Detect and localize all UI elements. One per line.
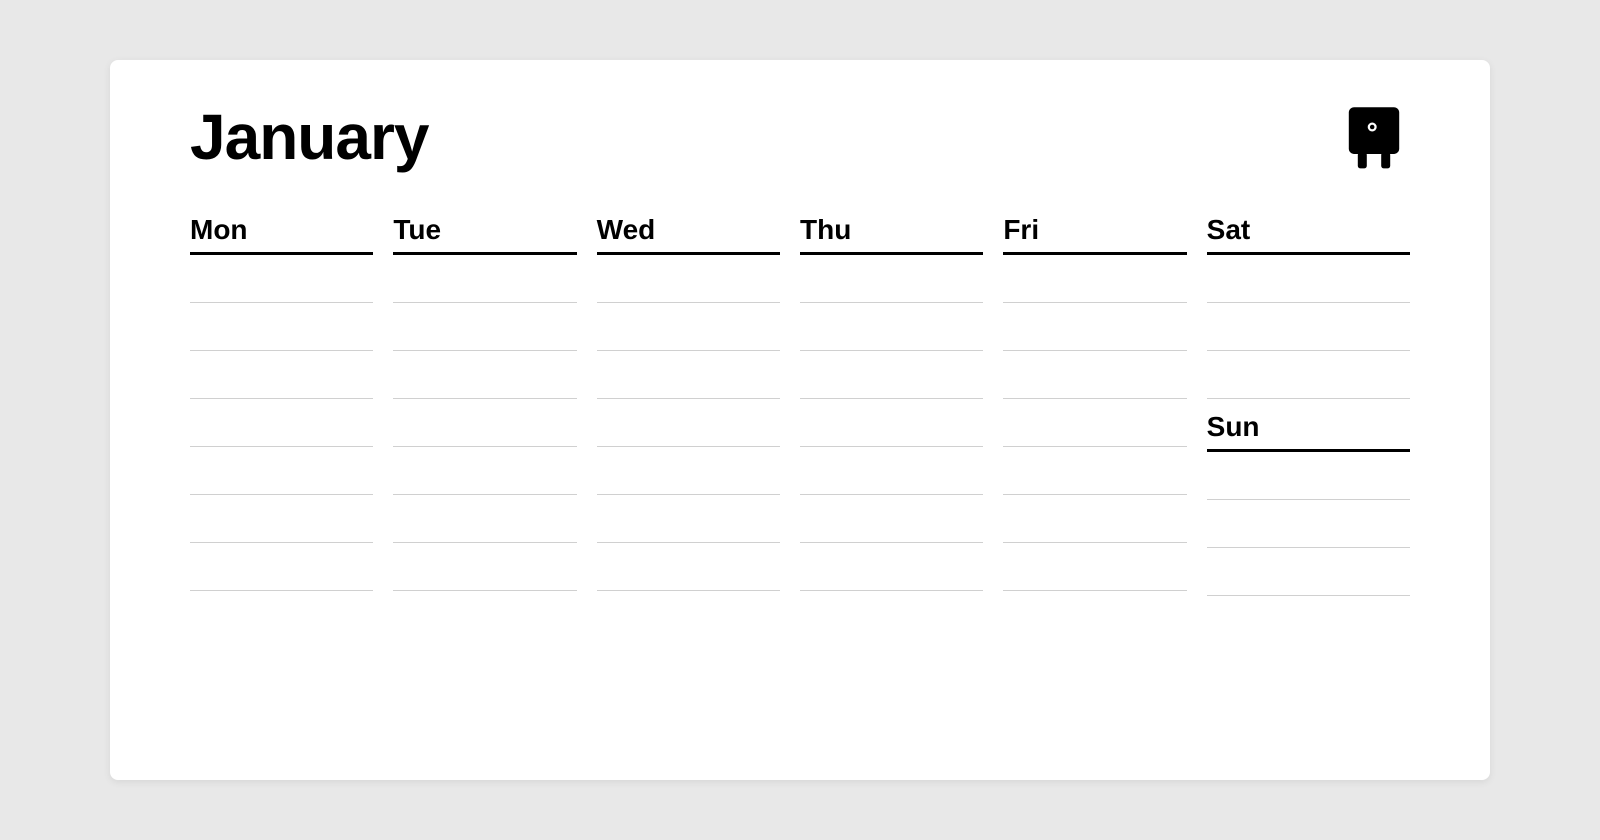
day-row xyxy=(800,399,983,447)
day-row xyxy=(393,399,576,447)
day-row xyxy=(190,495,373,543)
day-row xyxy=(597,303,780,351)
day-row xyxy=(1003,495,1186,543)
day-column-tue: Tue xyxy=(393,214,596,596)
day-row xyxy=(800,543,983,591)
monster-mascot-icon xyxy=(1338,100,1410,172)
day-row xyxy=(1207,303,1410,351)
day-row xyxy=(393,351,576,399)
day-row xyxy=(1003,351,1186,399)
day-row xyxy=(1003,303,1186,351)
day-row xyxy=(597,543,780,591)
calendar-header: January xyxy=(190,100,1410,174)
day-row xyxy=(800,255,983,303)
day-header-tue: Tue xyxy=(393,214,576,255)
day-column-wed: Wed xyxy=(597,214,800,596)
day-row xyxy=(1207,500,1410,548)
day-row xyxy=(190,543,373,591)
day-row xyxy=(1003,447,1186,495)
month-title: January xyxy=(190,100,428,174)
day-header-thu: Thu xyxy=(800,214,983,255)
day-column-sat-sun: Sat Sun xyxy=(1207,214,1410,596)
day-row xyxy=(393,255,576,303)
day-row xyxy=(190,447,373,495)
day-column-thu: Thu xyxy=(800,214,1003,596)
day-row xyxy=(597,399,780,447)
day-row xyxy=(190,255,373,303)
day-row xyxy=(190,303,373,351)
day-row xyxy=(190,351,373,399)
day-row xyxy=(190,399,373,447)
day-row xyxy=(1003,399,1186,447)
day-row xyxy=(800,447,983,495)
day-row xyxy=(597,495,780,543)
calendar-grid: Mon Tue Wed xyxy=(190,214,1410,596)
day-header-sat: Sat xyxy=(1207,214,1410,255)
day-header-mon: Mon xyxy=(190,214,373,255)
day-row xyxy=(393,495,576,543)
day-row xyxy=(1003,543,1186,591)
day-header-sun: Sun xyxy=(1207,411,1410,452)
day-row xyxy=(800,303,983,351)
day-row xyxy=(597,351,780,399)
day-row xyxy=(1003,255,1186,303)
day-row xyxy=(597,255,780,303)
day-row xyxy=(393,447,576,495)
day-row xyxy=(393,543,576,591)
day-row xyxy=(1207,255,1410,303)
day-column-fri: Fri xyxy=(1003,214,1206,596)
day-row xyxy=(597,447,780,495)
day-header-fri: Fri xyxy=(1003,214,1186,255)
calendar-card: January Mon Tue xyxy=(110,60,1490,780)
day-header-wed: Wed xyxy=(597,214,780,255)
day-column-mon: Mon xyxy=(190,214,393,596)
day-row xyxy=(1207,548,1410,596)
day-row xyxy=(1207,351,1410,399)
day-row xyxy=(800,495,983,543)
day-row xyxy=(1207,452,1410,500)
day-row xyxy=(800,351,983,399)
day-row xyxy=(393,303,576,351)
